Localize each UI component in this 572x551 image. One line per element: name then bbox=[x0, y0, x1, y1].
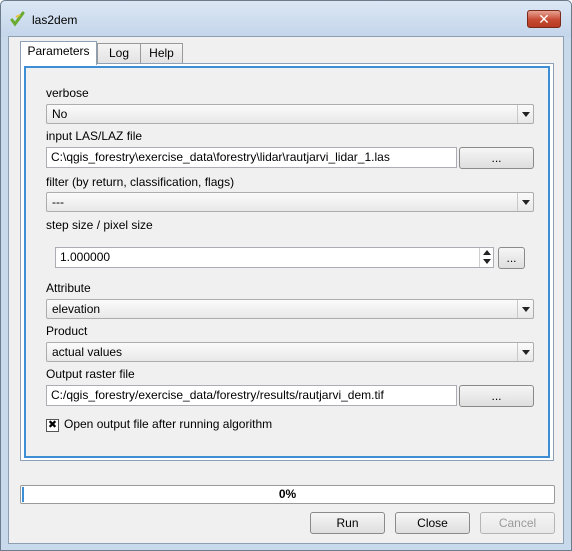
parameters-panel: verbose No input LAS/LAZ file C:\qgis_fo… bbox=[20, 63, 554, 461]
window-close-button[interactable]: ✕ bbox=[527, 10, 561, 28]
attribute-label: Attribute bbox=[46, 281, 91, 295]
tab-parameters[interactable]: Parameters bbox=[20, 41, 97, 65]
step-size-extra-button[interactable]: ... bbox=[498, 247, 525, 269]
parameters-group: verbose No input LAS/LAZ file C:\qgis_fo… bbox=[24, 66, 550, 458]
attribute-select[interactable]: elevation bbox=[46, 299, 534, 319]
tab-help[interactable]: Help bbox=[140, 43, 183, 64]
dialog-body: Parameters Log Help verbose No input LAS… bbox=[8, 36, 564, 544]
close-button[interactable]: Close bbox=[395, 512, 470, 534]
qgis-icon bbox=[10, 11, 26, 27]
cancel-button[interactable]: Cancel bbox=[480, 512, 555, 534]
spinner bbox=[479, 248, 493, 267]
filter-label: filter (by return, classification, flags… bbox=[46, 175, 235, 189]
tab-log[interactable]: Log bbox=[97, 43, 141, 64]
run-button[interactable]: Run bbox=[310, 512, 385, 534]
filter-select[interactable]: --- bbox=[46, 192, 534, 212]
product-value: actual values bbox=[52, 345, 123, 359]
filter-value: --- bbox=[52, 195, 64, 209]
progress-bar: 0% bbox=[20, 485, 555, 504]
input-file-label: input LAS/LAZ file bbox=[46, 129, 143, 143]
output-raster-field[interactable]: C:/qgis_forestry/exercise_data/forestry/… bbox=[46, 385, 457, 406]
chevron-down-icon bbox=[517, 193, 533, 211]
open-output-label: Open output file after running algorithm bbox=[64, 417, 273, 431]
chevron-down-icon bbox=[517, 300, 533, 318]
open-output-checkbox[interactable]: ✖ bbox=[46, 419, 59, 432]
input-browse-button[interactable]: ... bbox=[459, 147, 534, 169]
progress-text: 0% bbox=[278, 487, 297, 501]
window-title: las2dem bbox=[32, 13, 78, 27]
input-file-field[interactable]: C:\qgis_forestry\exercise_data\forestry\… bbox=[46, 147, 457, 168]
step-size-spinbox[interactable]: 1.000000 bbox=[55, 247, 494, 268]
verbose-select[interactable]: No bbox=[46, 104, 534, 124]
dialog-window: las2dem ✕ Parameters Log Help verbose No… bbox=[0, 0, 572, 551]
attribute-value: elevation bbox=[52, 302, 101, 316]
output-raster-label: Output raster file bbox=[46, 367, 135, 381]
step-size-value: 1.000000 bbox=[60, 250, 111, 264]
output-browse-button[interactable]: ... bbox=[459, 385, 534, 407]
verbose-label: verbose bbox=[46, 86, 89, 100]
chevron-down-icon bbox=[517, 343, 533, 361]
step-size-label: step size / pixel size bbox=[46, 218, 153, 232]
product-select[interactable]: actual values bbox=[46, 342, 534, 362]
verbose-value: No bbox=[52, 107, 68, 121]
chevron-down-icon bbox=[517, 105, 533, 123]
title-bar[interactable]: las2dem ✕ bbox=[1, 1, 571, 37]
product-label: Product bbox=[46, 324, 88, 338]
